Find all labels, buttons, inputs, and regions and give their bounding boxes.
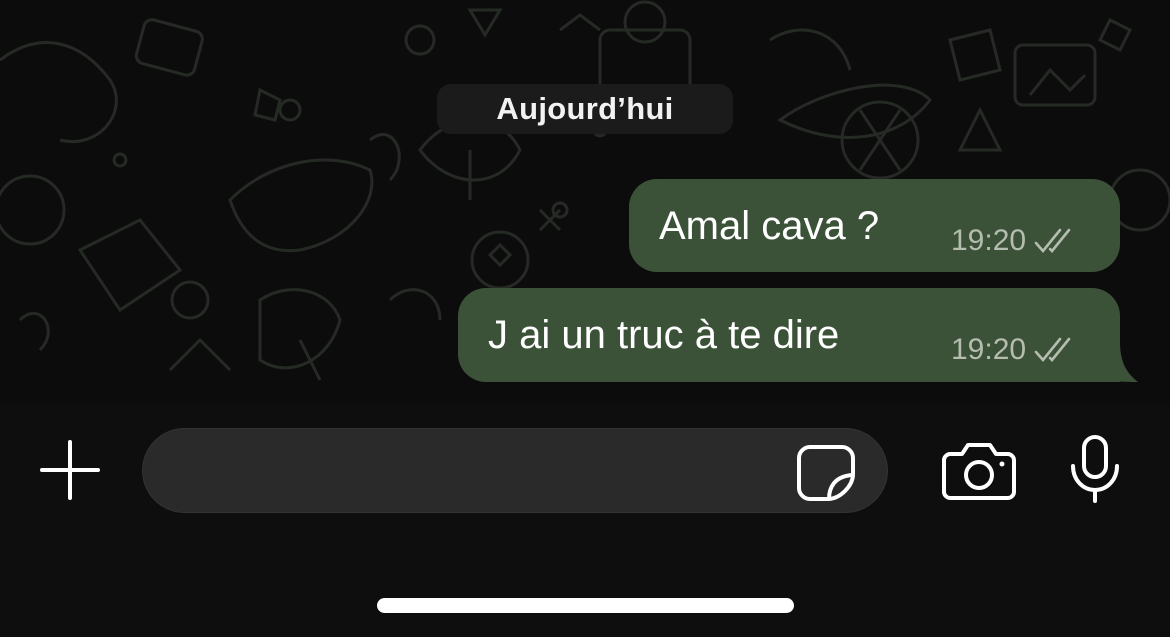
message-time: 19:20 — [951, 333, 1027, 366]
message-bubble[interactable]: Amal cava ? 19:20 — [629, 179, 1120, 272]
home-indicator[interactable] — [377, 598, 794, 613]
message-input[interactable] — [142, 428, 888, 513]
message-meta: 19:20 — [951, 333, 1076, 367]
date-separator: Aujourd’hui — [437, 84, 733, 134]
message-time: 19:20 — [951, 224, 1027, 257]
message-text: J ai un truc à te dire — [488, 313, 840, 357]
bubble-tail — [1100, 342, 1138, 382]
sticker-icon[interactable] — [796, 444, 856, 502]
microphone-icon[interactable] — [1068, 434, 1122, 504]
read-double-check-icon — [1034, 228, 1071, 254]
camera-icon[interactable] — [942, 442, 1016, 500]
message-meta: 19:20 — [951, 224, 1076, 258]
plus-icon[interactable] — [38, 438, 102, 502]
message-text: Amal cava ? — [659, 204, 880, 248]
read-double-check-icon — [1034, 337, 1071, 363]
message-bubble[interactable]: J ai un truc à te dire 19:20 — [458, 288, 1120, 382]
chat-area[interactable]: Aujourd’hui Amal cava ? 19:20 J ai un tr… — [0, 0, 1170, 405]
